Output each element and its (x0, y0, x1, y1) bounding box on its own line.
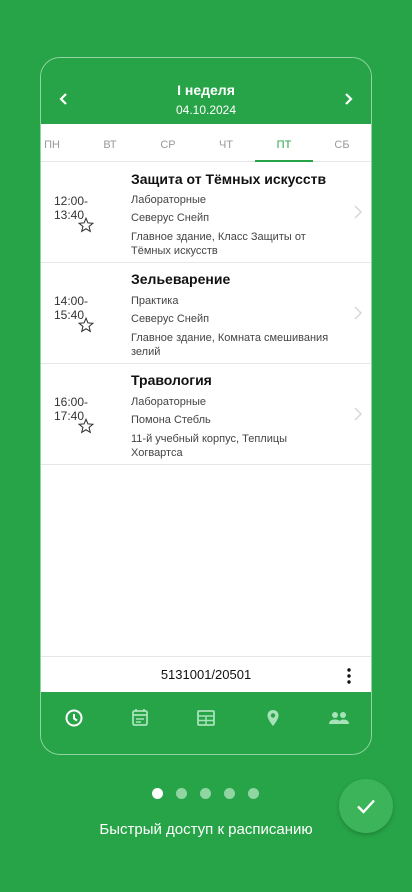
tab-day-tue[interactable]: ВТ (81, 124, 139, 162)
page-indicator (150, 788, 270, 802)
more-vert-icon[interactable] (341, 667, 357, 685)
group-bar: 5131001/20501 (41, 656, 371, 692)
check-icon (357, 799, 375, 814)
lesson-location: Главное здание, Класс Защиты от Тёмных и… (131, 231, 306, 257)
lesson-type: Лабораторные (131, 396, 206, 408)
lesson-subject: Травология (131, 372, 212, 388)
page-dot[interactable] (248, 788, 259, 799)
lesson-subject: Зельеварение (131, 271, 231, 287)
schedule-content: ПН ВТ СР ЧТ ПТ СБ 12:00-13:40 Защита от … (41, 124, 371, 692)
lesson-type: Практика (131, 295, 179, 307)
week-title: I неделя (177, 82, 235, 98)
page-dot[interactable] (200, 788, 211, 799)
chevron-right-icon (354, 306, 363, 320)
tab-day-fri[interactable]: ПТ (255, 124, 313, 162)
confirm-button[interactable] (339, 779, 393, 833)
star-icon[interactable] (77, 417, 95, 435)
tab-day-mon[interactable]: ПН (41, 124, 81, 162)
tab-day-sat[interactable]: СБ (313, 124, 371, 162)
lesson-teacher: Северус Снейп (131, 313, 210, 325)
calendar-icon[interactable] (126, 706, 154, 730)
lesson-item[interactable]: 14:00-15:40 Зельеварение Практика Северу… (41, 263, 371, 364)
star-icon[interactable] (77, 216, 95, 234)
chevron-right-icon (345, 93, 353, 105)
tab-day-thu[interactable]: ЧТ (197, 124, 255, 162)
lesson-item[interactable]: 12:00-13:40 Защита от Тёмных искусств Ла… (41, 162, 371, 263)
week-date: 04.10.2024 (175, 103, 237, 117)
next-week-button[interactable] (338, 87, 358, 111)
schedule-header: I неделя 04.10.2024 (41, 58, 371, 124)
lesson-teacher: Помона Стебль (131, 414, 211, 426)
group-code: 5131001/20501 (160, 667, 252, 682)
lesson-item[interactable]: 16:00-17:40 Травология Лабораторные Помо… (41, 364, 371, 465)
chevron-right-icon (354, 205, 363, 219)
people-icon[interactable] (325, 706, 353, 730)
lesson-subject: Защита от Тёмных искусств (131, 171, 327, 187)
page-dot[interactable] (152, 788, 163, 799)
phone-screen: I неделя 04.10.2024 ПН ВТ СР ЧТ ПТ СБ 12… (40, 57, 372, 755)
map-pin-icon[interactable] (259, 706, 287, 730)
lesson-teacher: Северус Снейп (131, 212, 210, 224)
table-icon[interactable] (192, 706, 220, 730)
chevron-right-icon (354, 407, 363, 421)
lesson-location: 11-й учебный корпус, Теплицы Хогвартса (131, 433, 288, 459)
lesson-location: Главное здание, Комната смешивания зелий (131, 332, 329, 358)
tab-day-wed[interactable]: СР (139, 124, 197, 162)
star-icon[interactable] (77, 316, 95, 334)
page-dot[interactable] (224, 788, 235, 799)
day-tabs: ПН ВТ СР ЧТ ПТ СБ (41, 124, 371, 162)
bottom-nav (41, 692, 371, 754)
page-dot[interactable] (176, 788, 187, 799)
lesson-type: Лабораторные (131, 194, 206, 206)
clock-icon[interactable] (60, 706, 88, 730)
